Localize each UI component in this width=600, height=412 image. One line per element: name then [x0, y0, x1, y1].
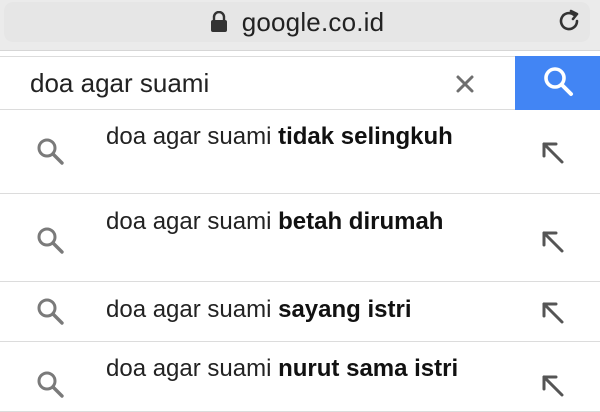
url-text: google.co.id	[241, 6, 385, 37]
arrow-up-left-icon[interactable]	[536, 136, 570, 170]
suggestion-item[interactable]: doa agar suami sayang istri	[0, 282, 600, 342]
suggestion-list: doa agar suami tidak selingkuh doa agar …	[0, 108, 600, 412]
url-field[interactable]: google.co.id	[4, 2, 590, 42]
suggestion-prefix: doa agar suami	[106, 208, 279, 235]
suggestion-completion: betah dirumah	[278, 208, 444, 235]
suggestion-item[interactable]: doa agar suami betah dirumah	[0, 194, 600, 282]
suggestion-completion: sayang istri	[278, 296, 412, 323]
arrow-up-left-icon[interactable]	[536, 296, 570, 330]
suggestion-prefix: doa agar suami	[106, 123, 279, 150]
suggestion-text: doa agar suami sayang istri	[106, 295, 516, 325]
arrow-up-left-icon[interactable]	[536, 369, 570, 403]
browser-address-bar: google.co.id	[0, 0, 600, 51]
search-icon	[34, 224, 68, 258]
search-icon	[34, 135, 68, 169]
clear-icon[interactable]	[452, 71, 478, 97]
suggestion-prefix: doa agar suami	[106, 355, 279, 382]
suggestion-item[interactable]: doa agar suami tidak selingkuh	[0, 108, 600, 194]
search-button[interactable]	[515, 56, 600, 110]
search-icon	[34, 295, 68, 329]
search-box	[0, 56, 600, 110]
search-input[interactable]	[0, 57, 515, 109]
reload-icon[interactable]	[556, 8, 582, 34]
suggestion-text: doa agar suami tidak selingkuh	[106, 122, 516, 152]
search-icon	[541, 64, 575, 103]
suggestion-item[interactable]: doa agar suami nurut sama istri	[0, 342, 600, 412]
arrow-up-left-icon[interactable]	[536, 225, 570, 259]
suggestion-completion: tidak selingkuh	[278, 123, 453, 150]
suggestion-prefix: doa agar suami	[106, 296, 279, 323]
suggestion-completion: nurut sama istri	[278, 355, 459, 382]
suggestion-text: doa agar suami nurut sama istri	[106, 354, 516, 384]
url-display: google.co.id	[4, 2, 590, 42]
suggestion-text: doa agar suami betah dirumah	[106, 207, 516, 237]
search-icon	[34, 368, 68, 402]
lock-icon	[210, 11, 228, 33]
